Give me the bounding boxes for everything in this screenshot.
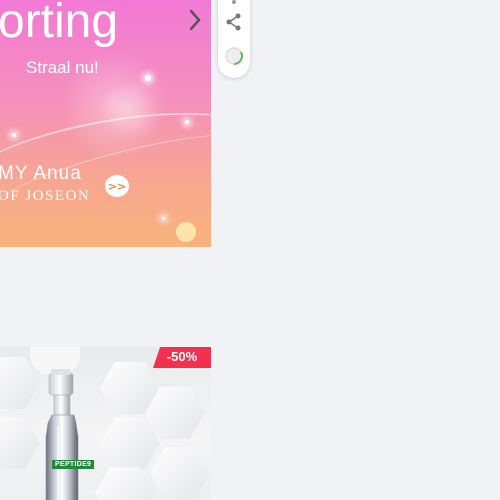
banner-more-button[interactable]: >> (105, 175, 129, 197)
banner-subheading: Straal nu! (26, 58, 99, 77)
toolbar-dot (232, 0, 236, 4)
banner-sparkle (185, 120, 189, 124)
loading-spinner-icon (225, 47, 243, 65)
banner-brands: MY Anua (0, 163, 82, 184)
product-card[interactable]: -50% (0, 347, 211, 500)
banner-sparkle (162, 217, 165, 220)
background-hexagon (95, 467, 155, 500)
banner-sparkle (145, 75, 151, 81)
product-bottle-image (45, 369, 79, 500)
share-icon[interactable] (224, 12, 244, 32)
background-hexagon (150, 447, 210, 499)
discount-badge: -50% (153, 347, 211, 368)
banner-sparkle (12, 133, 16, 137)
banner-bokeh (176, 222, 196, 242)
background-hexagon (100, 417, 160, 469)
promo-banner[interactable]: orting Straal nu! MY Anua OF JOSEON >> (0, 0, 211, 247)
carousel-next-button[interactable] (184, 6, 206, 34)
chevron-right-icon (189, 9, 201, 31)
product-brand-label: PEPTIDE9 (52, 460, 95, 469)
banner-heading: orting (0, 0, 119, 48)
side-action-toolbar (218, 0, 250, 78)
banner-brands-secondary: OF JOSEON (0, 188, 91, 204)
